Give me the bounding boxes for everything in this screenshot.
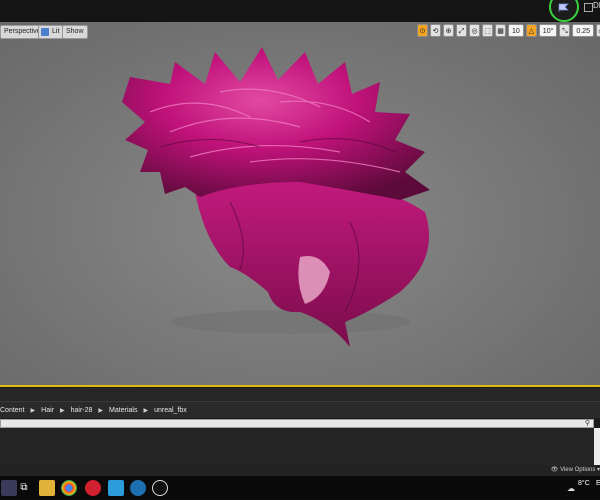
cinema-app-icon[interactable] — [130, 480, 146, 496]
flag-icon — [558, 3, 569, 12]
search-icon[interactable]: ⚲ — [585, 420, 590, 428]
panel-divider — [0, 388, 600, 401]
breadcrumb-item-materials[interactable]: Materials — [109, 407, 137, 414]
maya-icon[interactable] — [108, 480, 124, 496]
opera-icon[interactable] — [85, 480, 101, 496]
breadcrumb-item-unreal-fbx[interactable]: unreal_fbx — [154, 407, 187, 414]
chevron-right-icon: ▶ — [30, 407, 36, 414]
chrome-icon[interactable] — [61, 480, 77, 496]
file-explorer-icon[interactable] — [39, 480, 55, 496]
hair-mesh-preview[interactable] — [0, 22, 600, 387]
view-options-label: View Options ▾ — [560, 467, 600, 473]
viewport-focus-border — [0, 385, 600, 387]
level-viewport[interactable]: Perspective Lit Show ⊙ ⟲ ⊕ ⤢ ◎ ⬚ ▦ 10 △ … — [0, 22, 600, 387]
breadcrumb: Content ▶ Hair ▶ hair-28 ▶ Materials ▶ u… — [0, 401, 600, 418]
side-panel-edge — [594, 428, 600, 465]
weather-icon[interactable]: ☁ — [567, 484, 575, 493]
start-icon[interactable] — [1, 480, 17, 496]
breadcrumb-item-hair[interactable]: Hair — [41, 407, 54, 414]
tray-overflow-label: E — [596, 480, 600, 487]
asset-grid[interactable] — [0, 428, 594, 465]
breadcrumb-item-hair-28[interactable]: hair-28 — [71, 407, 93, 414]
chevron-right-icon: ▶ — [60, 407, 65, 414]
eye-icon: 👁 — [550, 467, 559, 473]
windows-taskbar: ⧉ ☁ 8°C E — [0, 476, 600, 500]
breadcrumb-item-content[interactable]: Content — [0, 407, 25, 414]
source-control-status-icon[interactable] — [549, 0, 579, 22]
truncated-label: DD — [593, 1, 600, 10]
chevron-right-icon: ▶ — [98, 407, 104, 414]
temperature-label: 8°C — [578, 480, 590, 487]
top-toolbar: DD — [0, 0, 600, 23]
grid-icon[interactable] — [584, 3, 593, 12]
chevron-right-icon: ▶ — [143, 407, 149, 414]
unreal-engine-icon[interactable] — [152, 480, 168, 496]
view-options-button[interactable]: 👁 View Options ▾ — [0, 465, 600, 476]
content-search-input[interactable]: ⚲ — [0, 419, 594, 428]
task-view-icon[interactable]: ⧉ — [16, 480, 32, 496]
